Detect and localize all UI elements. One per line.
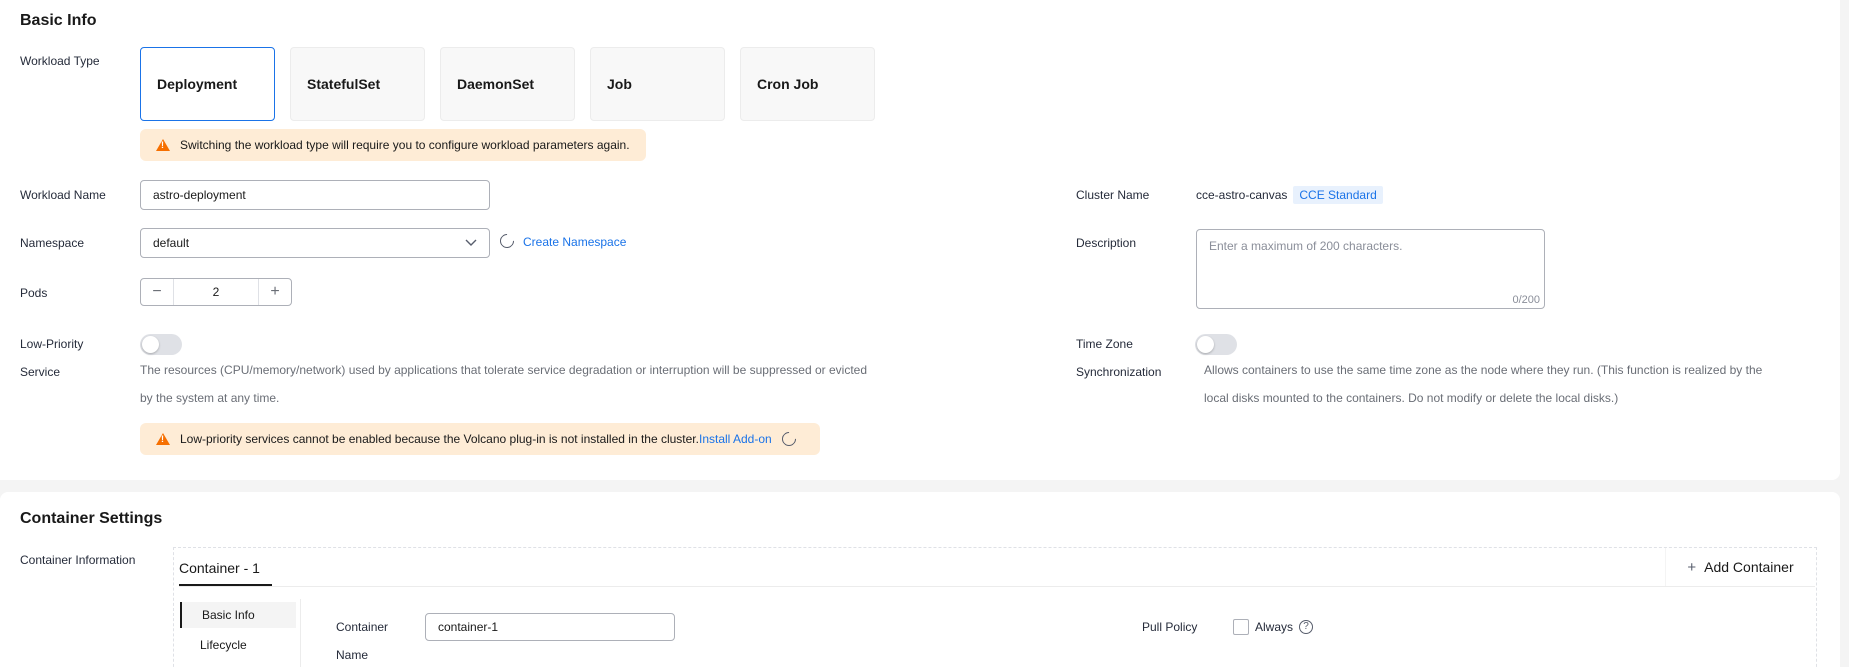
side-item-lifecycle[interactable]: Lifecycle [180, 632, 296, 658]
container-name-label: Container [336, 620, 388, 634]
basic-info-title: Basic Info [20, 12, 97, 29]
timezone-label-line1: Time Zone [1076, 337, 1133, 351]
cluster-name-group: cce-astro-canvas CCE Standard [1196, 186, 1383, 204]
timezone-help: Allows containers to use the same time z… [1204, 356, 1824, 412]
pods-value[interactable]: 2 [173, 279, 259, 305]
timezone-help-line1: Allows containers to use the same time z… [1204, 363, 1763, 377]
install-addon-link[interactable]: Install Add-on [699, 432, 772, 446]
description-placeholder: Enter a maximum of 200 characters. [1209, 239, 1403, 253]
timezone-label: Time Zone [1076, 337, 1133, 351]
switch-warning-banner: Switching the workload type will require… [140, 129, 646, 161]
workload-name-label: Workload Name [20, 188, 106, 202]
workload-type-job[interactable]: Job [590, 47, 725, 121]
low-priority-help: The resources (CPU/memory/network) used … [140, 356, 900, 412]
timezone-label-2: Synchronization [1076, 365, 1161, 379]
workload-type-label-statefulset: StatefulSet [307, 76, 381, 92]
cluster-type-badge: CCE Standard [1293, 186, 1383, 204]
workload-type-label-cron-job: Cron Job [757, 76, 819, 92]
warning-icon [156, 433, 170, 445]
tab-divider [179, 586, 1815, 587]
container-name-label-2: Name [336, 648, 368, 662]
container-name-input[interactable]: container-1 [425, 613, 675, 641]
plus-icon: + [1687, 558, 1697, 576]
description-counter: 0/200 [1512, 294, 1540, 306]
pull-policy-label: Pull Policy [1142, 620, 1198, 634]
namespace-select[interactable]: default [140, 228, 490, 258]
low-priority-label: Low-Priority [20, 337, 83, 351]
help-icon[interactable]: ? [1299, 620, 1314, 634]
timezone-toggle[interactable] [1195, 334, 1237, 355]
chevron-down-icon [465, 239, 477, 246]
workload-type-label-deployment: Deployment [157, 76, 238, 92]
switch-warning-text: Switching the workload type will require… [180, 138, 630, 152]
low-priority-label-line1: Low-Priority [20, 337, 84, 351]
tab-container-1-label: Container - 1 [179, 560, 260, 576]
pods-label: Pods [20, 286, 48, 300]
container-info-frame [173, 547, 1817, 667]
low-priority-label-line2: Service [20, 365, 61, 379]
workload-type-daemonset[interactable]: DaemonSet [440, 47, 575, 121]
side-nav-divider [300, 599, 301, 667]
workload-type-cron-job[interactable]: Cron Job [740, 47, 875, 121]
workload-name-value: astro-deployment [153, 188, 246, 202]
workload-type-statefulset[interactable]: StatefulSet [290, 47, 425, 121]
low-priority-label-2: Service [20, 365, 60, 379]
pods-stepper[interactable]: − 2 + [140, 278, 292, 306]
addon-refresh-icon[interactable] [778, 429, 799, 449]
low-priority-warning-banner: Low-priority services cannot be enabled … [140, 423, 820, 455]
container-name-value: container-1 [438, 620, 499, 634]
namespace-refresh-icon[interactable] [497, 231, 517, 251]
container-name-label-line2: Name [336, 648, 369, 662]
low-priority-help-line2: by the system at any time. [140, 391, 280, 405]
workload-type-label-job: Job [607, 76, 632, 92]
timezone-help-line2: local disks mounted to the containers. D… [1204, 391, 1619, 405]
timezone-label-line2: Synchronization [1076, 365, 1162, 379]
side-item-lifecycle-label: Lifecycle [200, 638, 247, 652]
cluster-name-value: cce-astro-canvas [1196, 188, 1288, 202]
pull-policy-checkbox[interactable] [1233, 619, 1249, 635]
decrement-button[interactable]: − [141, 279, 173, 305]
workload-type-deployment[interactable]: Deployment [140, 47, 275, 121]
side-item-basic-info-label: Basic Info [202, 608, 255, 622]
description-label: Description [1076, 236, 1137, 250]
tab-container-1[interactable]: Container - 1 [179, 560, 272, 586]
add-container-label: Add Container [1704, 559, 1794, 575]
namespace-label: Namespace [20, 236, 85, 250]
add-container-button[interactable]: + Add Container [1665, 548, 1815, 586]
pull-policy-always[interactable]: Always ? [1233, 619, 1314, 635]
container-info-label: Container Information [20, 553, 136, 567]
workload-type-label-daemonset: DaemonSet [457, 76, 535, 92]
increment-button[interactable]: + [259, 279, 291, 305]
container-settings-title: Container Settings [20, 510, 163, 527]
namespace-value: default [153, 236, 190, 250]
low-priority-warning-text: Low-priority services cannot be enabled … [180, 432, 699, 446]
create-namespace-link[interactable]: Create Namespace [523, 235, 626, 249]
workload-type-label: Workload Type [20, 54, 100, 68]
cluster-name-label: Cluster Name [1076, 188, 1150, 202]
description-textarea[interactable]: Enter a maximum of 200 characters. 0/200 [1196, 229, 1545, 309]
low-priority-toggle[interactable] [140, 334, 182, 355]
container-name-label-line1: Container [336, 620, 389, 634]
pull-policy-option-label: Always [1255, 620, 1294, 634]
workload-name-input[interactable]: astro-deployment [140, 180, 490, 210]
side-item-basic-info[interactable]: Basic Info [180, 602, 296, 628]
low-priority-help-line1: The resources (CPU/memory/network) used … [140, 363, 868, 377]
warning-icon [156, 139, 170, 151]
